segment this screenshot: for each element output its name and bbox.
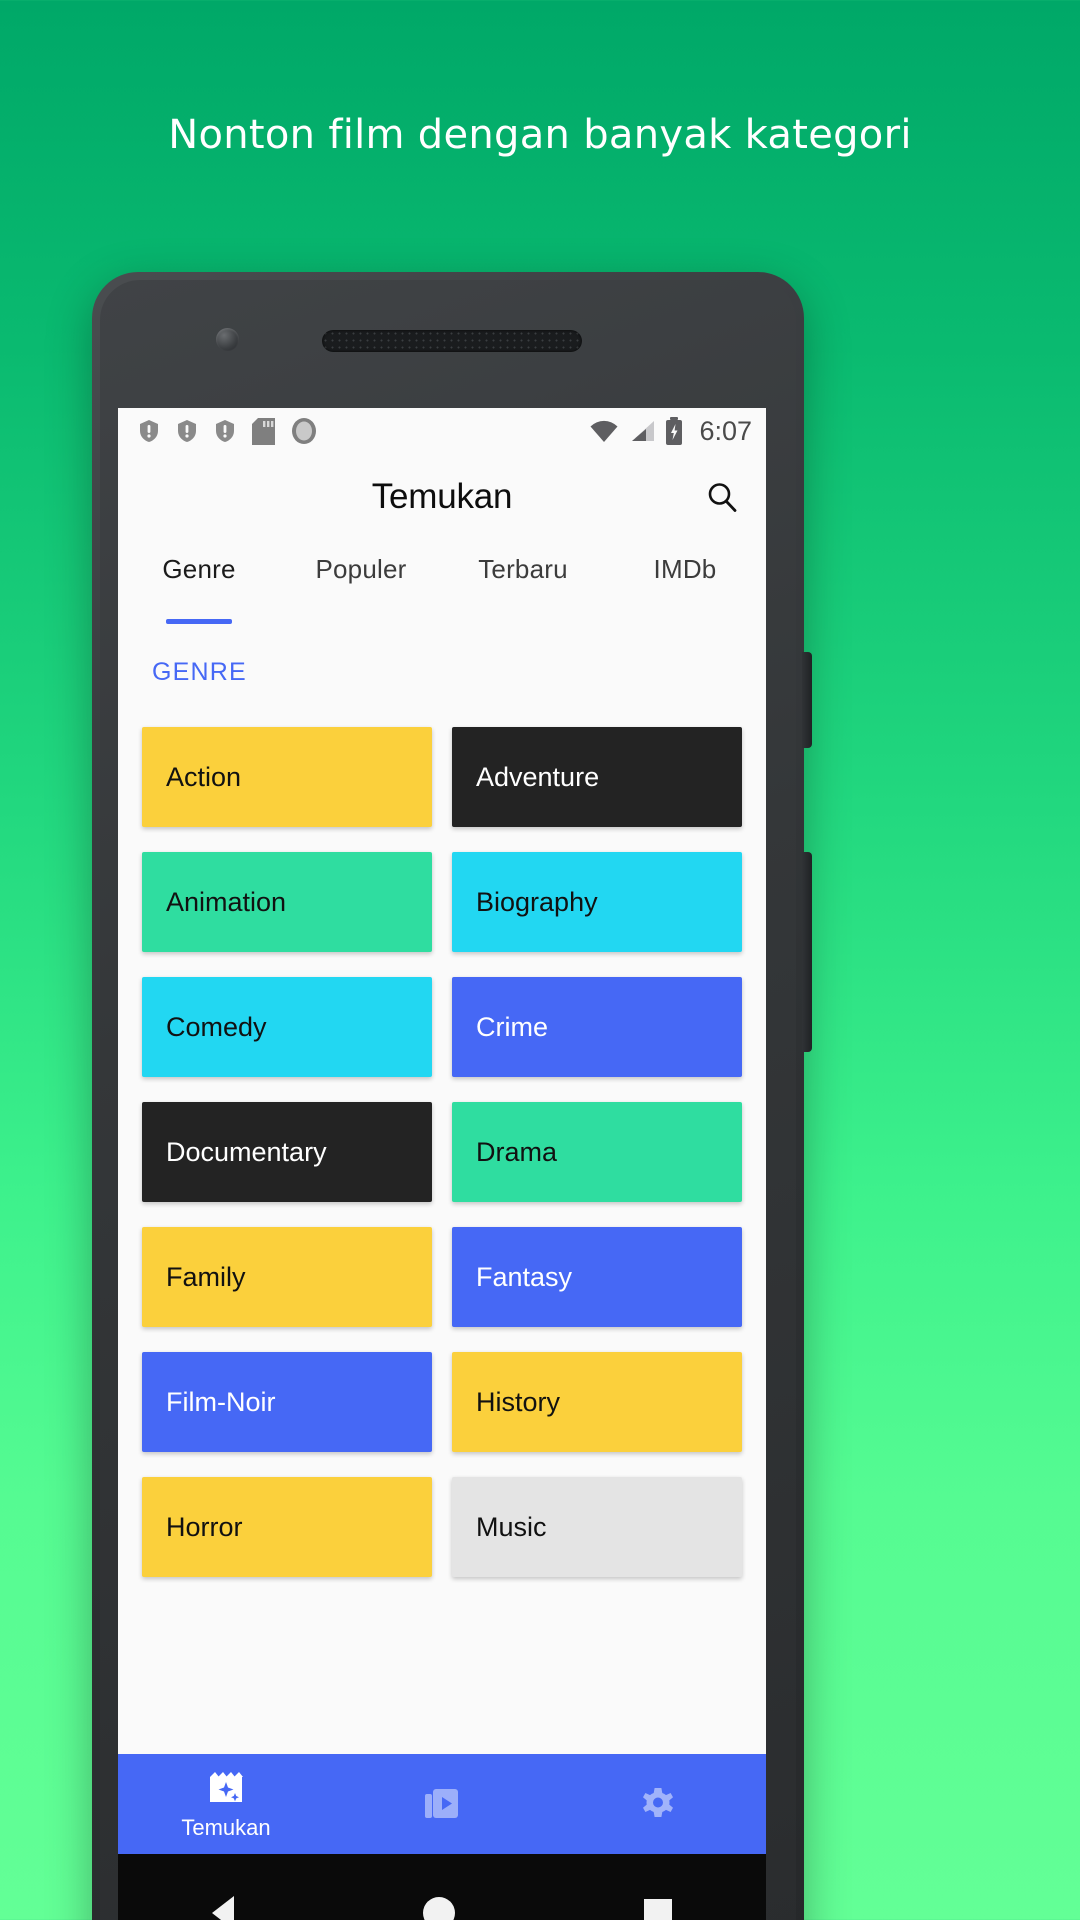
genre-tile[interactable]: Crime: [452, 977, 742, 1077]
genre-tile[interactable]: Drama: [452, 1102, 742, 1202]
genre-tile[interactable]: History: [452, 1352, 742, 1452]
status-bar-clock: 6:07: [699, 415, 752, 446]
home-circle-icon[interactable]: [422, 1897, 455, 1920]
genre-tile[interactable]: Documentary: [142, 1102, 432, 1202]
alert-shield-icon: [216, 420, 234, 442]
phone-device-frame: 6:07 Temukan Genre Populer Terbaru IMDb …: [92, 272, 812, 1920]
nav-item-settings[interactable]: [550, 1784, 766, 1824]
tab-label: Genre: [162, 554, 236, 584]
genre-tile[interactable]: Film-Noir: [142, 1352, 432, 1452]
front-camera-icon: [216, 328, 239, 351]
tab-populer[interactable]: Populer: [280, 540, 442, 624]
alert-shield-icon: [178, 420, 196, 442]
genre-tile[interactable]: Fantasy: [452, 1227, 742, 1327]
genre-tile[interactable]: Horror: [142, 1477, 432, 1577]
circle-icon: [292, 418, 316, 444]
alert-shield-icon: [140, 420, 158, 442]
tab-label: Populer: [315, 554, 407, 584]
video-library-icon: [425, 1789, 458, 1818]
back-triangle-icon[interactable]: [212, 1896, 235, 1920]
recents-square-icon[interactable]: [643, 1899, 672, 1920]
genre-grid: Action Adventure Animation Biography Comedy C…: [118, 687, 766, 1577]
genre-tile[interactable]: Action: [142, 727, 432, 827]
status-bar: 6:07: [118, 408, 766, 454]
search-button[interactable]: [700, 475, 744, 519]
status-bar-notifications: [138, 417, 589, 445]
genre-tile[interactable]: Comedy: [142, 977, 432, 1077]
genre-tile[interactable]: Animation: [142, 852, 432, 952]
wifi-icon: [590, 420, 618, 442]
tab-label: Terbaru: [478, 554, 568, 584]
nav-label-temukan: Temukan: [181, 1814, 271, 1840]
bottom-navigation[interactable]: Temukan: [118, 1754, 766, 1854]
genre-tile[interactable]: Adventure: [452, 727, 742, 827]
genre-tile[interactable]: Music: [452, 1477, 742, 1577]
section-header-genre: GENRE: [152, 658, 247, 686]
power-button[interactable]: [802, 652, 812, 748]
app-screen: 6:07 Temukan Genre Populer Terbaru IMDb …: [118, 408, 766, 1792]
gear-icon: [643, 1788, 673, 1817]
android-navigation-bar[interactable]: [118, 1854, 766, 1920]
page-title: Nonton film dengan banyak kategori: [168, 112, 912, 158]
app-bar-title: Temukan: [371, 477, 513, 516]
volume-button[interactable]: [802, 852, 812, 1052]
movie-sparkle-icon: [210, 1771, 243, 1802]
tab-imdb[interactable]: IMDb: [604, 540, 766, 624]
battery-charging-icon: [666, 417, 683, 445]
tab-terbaru[interactable]: Terbaru: [442, 540, 604, 624]
tab-bar[interactable]: Genre Populer Terbaru IMDb: [118, 540, 766, 624]
earpiece-speaker: [322, 330, 582, 352]
search-icon: [708, 483, 737, 512]
tab-genre[interactable]: Genre: [118, 540, 280, 624]
genre-tile[interactable]: Family: [142, 1227, 432, 1327]
tab-label: IMDb: [653, 554, 717, 584]
signal-icon: [632, 421, 655, 441]
status-bar-system: 6:07: [589, 416, 752, 447]
genre-tile[interactable]: Biography: [452, 852, 742, 952]
nav-item-library[interactable]: [334, 1784, 550, 1824]
app-bar: Temukan: [118, 454, 766, 540]
sd-card-icon: [252, 417, 275, 445]
nav-item-temukan[interactable]: Temukan: [118, 1768, 334, 1841]
tab-active-indicator: [166, 619, 232, 624]
